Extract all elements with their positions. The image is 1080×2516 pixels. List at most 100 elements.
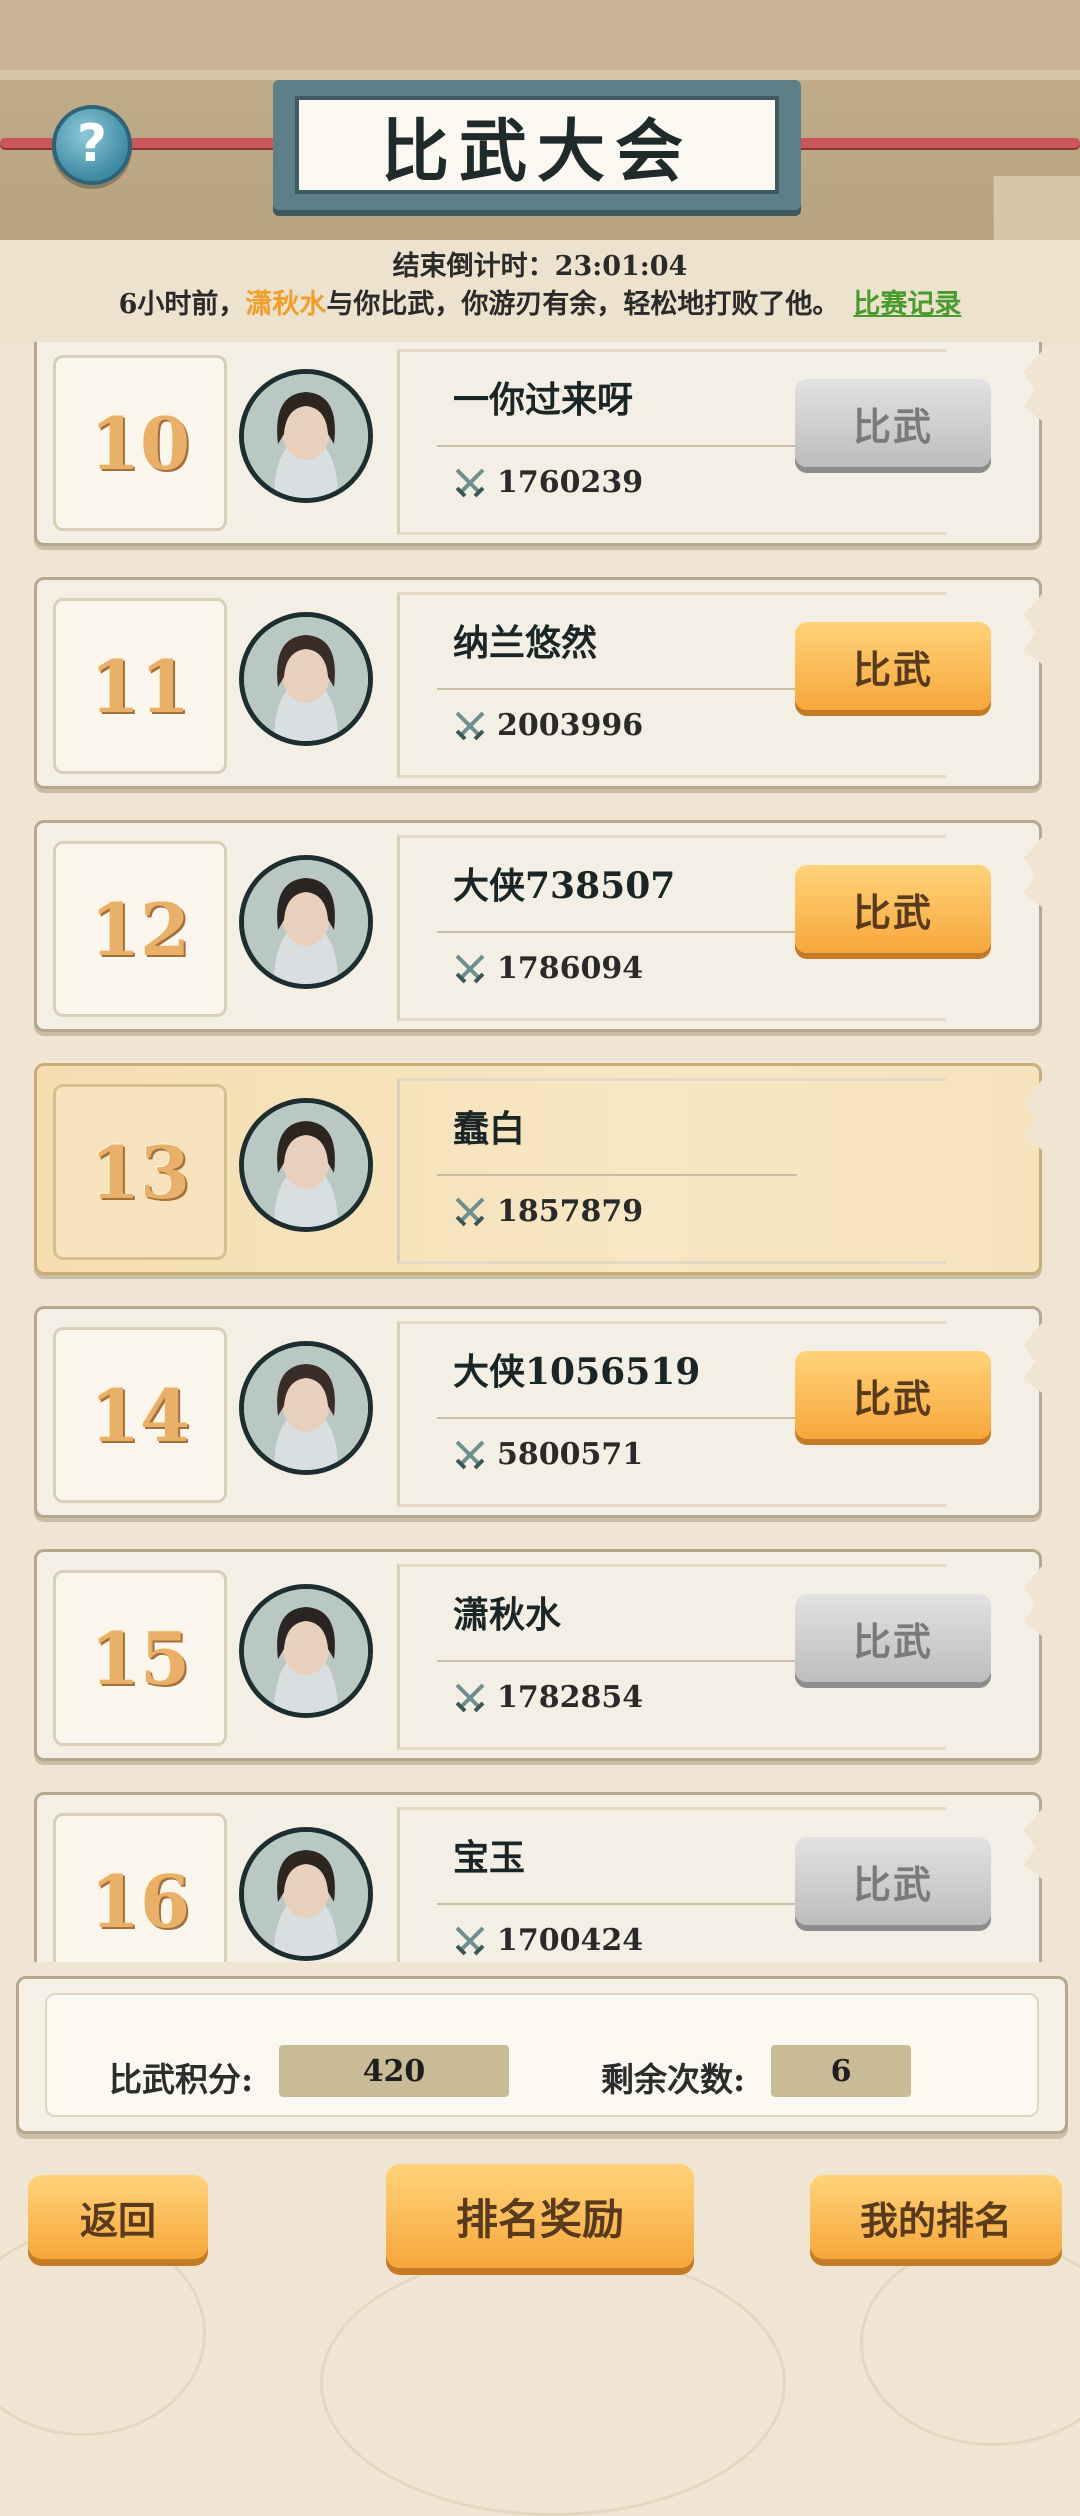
crossed-swords-icon — [455, 468, 485, 497]
challenge-button[interactable]: 比武 — [795, 1594, 991, 1682]
rank-number: 14 — [53, 1327, 227, 1503]
combat-power: 2003996 — [453, 708, 643, 743]
torn-edge — [1024, 1323, 1042, 1393]
points-value: 420 — [279, 2045, 509, 2097]
rank-number: 15 — [53, 1570, 227, 1746]
portrait-icon — [244, 1589, 368, 1713]
player-name: 宝玉 — [453, 1837, 526, 1879]
combat-power-value: 1857879 — [497, 1194, 644, 1229]
player-avatar[interactable] — [239, 369, 373, 503]
torn-edge — [1024, 1566, 1042, 1636]
player-avatar[interactable] — [239, 1584, 373, 1718]
challenge-button[interactable]: 比武 — [795, 622, 991, 710]
remaining-value: 6 — [771, 2045, 911, 2097]
portrait-icon — [244, 1346, 368, 1470]
rank-rewards-button[interactable]: 排名奖励 — [386, 2164, 694, 2268]
challenge-button[interactable]: 比武 — [795, 1837, 991, 1925]
combat-power-value: 2003996 — [497, 708, 644, 743]
crossed-swords-icon — [455, 1683, 485, 1712]
news-player-name[interactable]: 潇秋水 — [245, 289, 326, 320]
torn-edge — [1024, 837, 1042, 907]
player-name: 大侠738507 — [453, 865, 676, 907]
ranking-row: 16 宝玉 1700424 比武 — [34, 1792, 1042, 1962]
title-plate: 比武大会 — [273, 80, 801, 210]
player-name: 一你过来呀 — [453, 379, 634, 421]
help-icon: ? — [76, 114, 108, 174]
combat-power: 1786094 — [453, 951, 643, 986]
rope-left — [0, 138, 300, 148]
help-button[interactable]: ? — [52, 105, 132, 185]
combat-power-value: 5800571 — [497, 1437, 644, 1472]
cloud-decoration — [0, 2230, 206, 2436]
ranking-row-self: 13 蠢白 1857879 — [34, 1063, 1042, 1275]
player-name: 纳兰悠然 — [453, 622, 598, 664]
combat-power-value: 1786094 — [497, 951, 644, 986]
player-avatar[interactable] — [239, 1098, 373, 1232]
score-panel-inner: 比武积分: 420 剩余次数: 6 — [45, 1993, 1039, 2117]
crossed-swords-icon — [455, 1926, 485, 1955]
torn-edge — [1024, 594, 1042, 664]
remaining-label: 剩余次数: — [601, 2060, 746, 2099]
combat-power: 1700424 — [453, 1923, 643, 1958]
news-prefix: 6小时前， — [118, 289, 246, 320]
rank-number: 13 — [53, 1084, 227, 1260]
player-name: 蠢白 — [453, 1108, 526, 1150]
crossed-swords-icon — [455, 1440, 485, 1469]
rank-number: 12 — [53, 841, 227, 1017]
challenge-button[interactable]: 比武 — [795, 379, 991, 467]
countdown-label: 结束倒计时： — [392, 251, 555, 282]
divider — [437, 1417, 797, 1419]
score-panel: 比武积分: 420 剩余次数: 6 — [16, 1976, 1068, 2134]
rank-number: 10 — [53, 355, 227, 531]
combat-power: 5800571 — [453, 1437, 643, 1472]
countdown-value: 23:01:04 — [554, 251, 688, 282]
challenge-button[interactable]: 比武 — [795, 865, 991, 953]
combat-power: 1760239 — [453, 465, 643, 500]
ranking-row: 11 纳兰悠然 2003996 比武 — [34, 577, 1042, 789]
torn-edge — [1024, 1809, 1042, 1879]
portrait-icon — [244, 617, 368, 741]
crossed-swords-icon — [455, 954, 485, 983]
crossed-swords-icon — [455, 1197, 485, 1226]
divider — [437, 688, 797, 690]
player-avatar[interactable] — [239, 855, 373, 989]
points-label: 比武积分: — [109, 2060, 254, 2099]
torn-edge — [1024, 1080, 1042, 1150]
back-button[interactable]: 返回 — [28, 2175, 208, 2259]
player-name: 潇秋水 — [453, 1594, 562, 1636]
ranking-list[interactable]: 10 一你过来呀 1760239 比武 11 纳兰悠然 2003996 比武 12 大侠73850… — [0, 342, 1080, 1962]
portrait-icon — [244, 860, 368, 984]
combat-power-value: 1700424 — [497, 1923, 644, 1958]
combat-power-value: 1782854 — [497, 1680, 644, 1715]
battle-record-link[interactable]: 比赛记录 — [853, 289, 961, 320]
combat-power-value: 1760239 — [497, 465, 644, 500]
battle-news: 6小时前，潇秋水与你比武，你游刃有余，轻松地打败了他。 比赛记录 — [0, 282, 1080, 321]
divider — [437, 1903, 797, 1905]
combat-power: 1782854 — [453, 1680, 643, 1715]
rope-right — [780, 138, 1080, 148]
news-suffix: 与你比武，你游刃有余，轻松地打败了他。 — [326, 289, 840, 320]
my-rank-button[interactable]: 我的排名 — [810, 2175, 1062, 2259]
combat-power: 1857879 — [453, 1194, 643, 1229]
player-name: 大侠1056519 — [453, 1351, 701, 1393]
portrait-icon — [244, 374, 368, 498]
player-avatar[interactable] — [239, 1341, 373, 1475]
torn-edge — [1024, 351, 1042, 421]
player-avatar[interactable] — [239, 612, 373, 746]
rank-number: 11 — [53, 598, 227, 774]
page-title: 比武大会 — [295, 96, 779, 194]
rank-number: 16 — [53, 1813, 227, 1962]
ranking-row: 10 一你过来呀 1760239 比武 — [34, 342, 1042, 546]
cloud-decoration — [320, 2250, 786, 2516]
portrait-icon — [244, 1103, 368, 1227]
portrait-icon — [244, 1832, 368, 1956]
divider — [437, 1660, 797, 1662]
divider — [437, 1174, 797, 1176]
challenge-button[interactable]: 比武 — [795, 1351, 991, 1439]
ranking-row: 14 大侠1056519 5800571 比武 — [34, 1306, 1042, 1518]
crossed-swords-icon — [455, 711, 485, 740]
divider — [437, 931, 797, 933]
countdown: 结束倒计时：23:01:04 — [0, 244, 1080, 283]
cloud-decoration — [860, 2240, 1080, 2446]
player-avatar[interactable] — [239, 1827, 373, 1961]
